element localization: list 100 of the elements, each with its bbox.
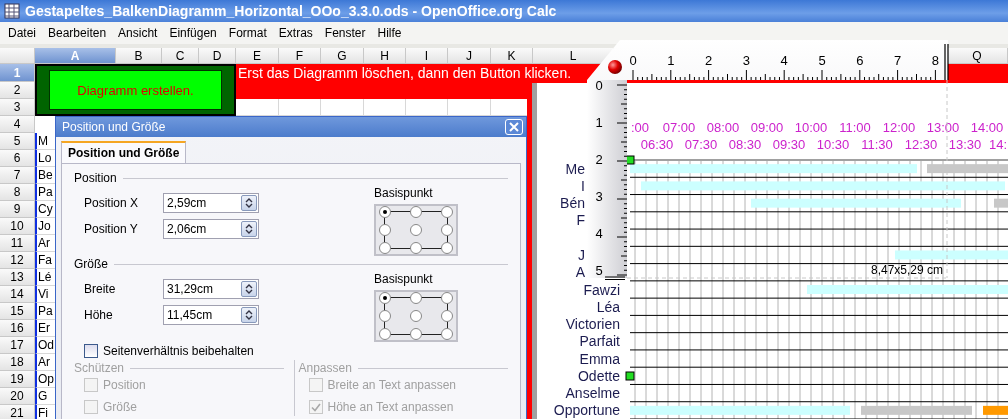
column-header[interactable]: H <box>364 48 406 64</box>
corner-cell[interactable] <box>0 48 35 64</box>
menu-item[interactable]: Hilfe <box>371 24 408 42</box>
row-header[interactable]: 2 <box>0 82 35 99</box>
column-header[interactable]: L <box>533 48 614 64</box>
number-input[interactable]: 11,45cm <box>164 308 241 322</box>
row-header[interactable]: 18 <box>0 354 35 371</box>
radio-button[interactable] <box>410 328 422 340</box>
radio-button[interactable] <box>410 310 422 322</box>
radio-button[interactable] <box>410 242 422 254</box>
row-header[interactable]: 19 <box>0 371 35 388</box>
row-header[interactable]: 14 <box>0 286 35 303</box>
menu-item[interactable]: Extras <box>272 24 319 42</box>
time-label: 11:00 <box>839 120 871 135</box>
menu-item[interactable]: Bearbeiten <box>42 24 113 42</box>
column-header[interactable]: E <box>236 48 279 64</box>
time-label: :00 <box>631 120 650 135</box>
column-header[interactable]: D <box>199 48 236 64</box>
time-label: 13:00 <box>926 120 960 135</box>
row-header[interactable]: 21 <box>0 405 35 419</box>
row-header[interactable]: 5 <box>0 133 35 150</box>
radio-button[interactable] <box>379 292 391 304</box>
radio-button[interactable] <box>441 292 453 304</box>
section-heading: Position <box>74 171 117 185</box>
row-header[interactable]: 13 <box>0 269 35 286</box>
radio-button[interactable] <box>441 328 453 340</box>
row-label: Emma <box>579 350 620 367</box>
row-header[interactable]: 6 <box>0 150 35 167</box>
time-label: 11:30 <box>861 137 893 152</box>
row-label: Anselme <box>565 385 620 402</box>
column-header[interactable]: J <box>448 48 491 64</box>
checkbox[interactable] <box>84 344 98 358</box>
ruler-number: 2 <box>595 152 603 167</box>
column-header[interactable]: B <box>116 48 162 64</box>
menu-item[interactable]: Einfügen <box>163 24 223 42</box>
row-header[interactable]: 17 <box>0 337 35 354</box>
row-header[interactable]: 16 <box>0 320 35 337</box>
row-header[interactable]: 11 <box>0 235 35 252</box>
spin-button[interactable] <box>241 281 257 297</box>
spin-field[interactable]: 31,29cm <box>163 279 259 299</box>
radio-button[interactable] <box>379 310 391 322</box>
radio-button[interactable] <box>379 206 391 218</box>
radio-button[interactable] <box>379 328 391 340</box>
row-label: Fawzi <box>583 281 620 298</box>
number-input[interactable]: 2,59cm <box>164 196 241 210</box>
radio-button[interactable] <box>379 224 391 236</box>
time-label: 06:30 <box>640 137 674 152</box>
create-chart-button[interactable]: Diagramm erstellen. <box>49 70 222 110</box>
row-header[interactable]: 15 <box>0 303 35 320</box>
spin-field[interactable]: 11,45cm <box>163 305 259 325</box>
number-input[interactable]: 31,29cm <box>164 282 241 296</box>
menu-item[interactable]: Ansicht <box>112 24 164 42</box>
radio-button[interactable] <box>410 224 422 236</box>
row-header[interactable]: 12 <box>0 252 35 269</box>
base-point-label: Basispunkt <box>374 272 434 286</box>
dialog-title: Position und Größe <box>62 120 166 134</box>
row-label: Bén <box>560 195 585 212</box>
radio-button[interactable] <box>441 206 453 218</box>
column-header[interactable]: G <box>321 48 364 64</box>
spin-button[interactable] <box>241 221 257 237</box>
column-header[interactable]: Q <box>947 48 1008 64</box>
ruler-number: 5 <box>595 263 603 278</box>
selection-handle[interactable] <box>625 371 635 381</box>
close-button[interactable] <box>505 119 523 135</box>
row-header[interactable]: 10 <box>0 218 35 235</box>
radio-button[interactable] <box>441 242 453 254</box>
row-header[interactable]: 3 <box>0 99 35 116</box>
column-header[interactable]: F <box>279 48 321 64</box>
row-header[interactable]: 4 <box>0 116 35 133</box>
row-header[interactable]: 20 <box>0 388 35 405</box>
time-label: 12:30 <box>904 137 938 152</box>
time-label: 13:30 <box>948 137 982 152</box>
column-header[interactable]: C <box>162 48 199 64</box>
row-header[interactable]: 9 <box>0 201 35 218</box>
selection-handle[interactable] <box>625 155 635 165</box>
radio-button[interactable] <box>379 242 391 254</box>
spin-button[interactable] <box>241 307 257 323</box>
column-header[interactable]: K <box>491 48 533 64</box>
tab[interactable]: Position und Größe <box>61 141 187 163</box>
ruler-number: 4 <box>595 226 603 241</box>
spin-field[interactable]: 2,59cm <box>163 193 259 213</box>
column-header[interactable]: I <box>406 48 448 64</box>
ball-icon[interactable] <box>608 60 622 74</box>
row-label: I <box>581 177 585 194</box>
spreadsheet-icon <box>4 3 20 19</box>
menu-item[interactable]: Fenster <box>318 24 372 42</box>
radio-button[interactable] <box>441 224 453 236</box>
menu-item[interactable]: Format <box>222 24 273 42</box>
row-header[interactable]: 7 <box>0 167 35 184</box>
spin-field[interactable]: 2,06cm <box>163 219 259 239</box>
number-input[interactable]: 2,06cm <box>164 222 241 236</box>
row-header[interactable]: 8 <box>0 184 35 201</box>
radio-button[interactable] <box>410 292 422 304</box>
spin-arrows-icon <box>245 198 253 208</box>
window-title: Gestapeltes_BalkenDiagramm_Horizontal_OOo_3.3.0.ods - OpenOffice.org Calc <box>25 3 557 19</box>
time-label: 09:00 <box>750 120 784 135</box>
spin-button[interactable] <box>241 195 257 211</box>
radio-button[interactable] <box>441 310 453 322</box>
menu-item[interactable]: Datei <box>2 24 42 42</box>
radio-button[interactable] <box>410 206 422 218</box>
